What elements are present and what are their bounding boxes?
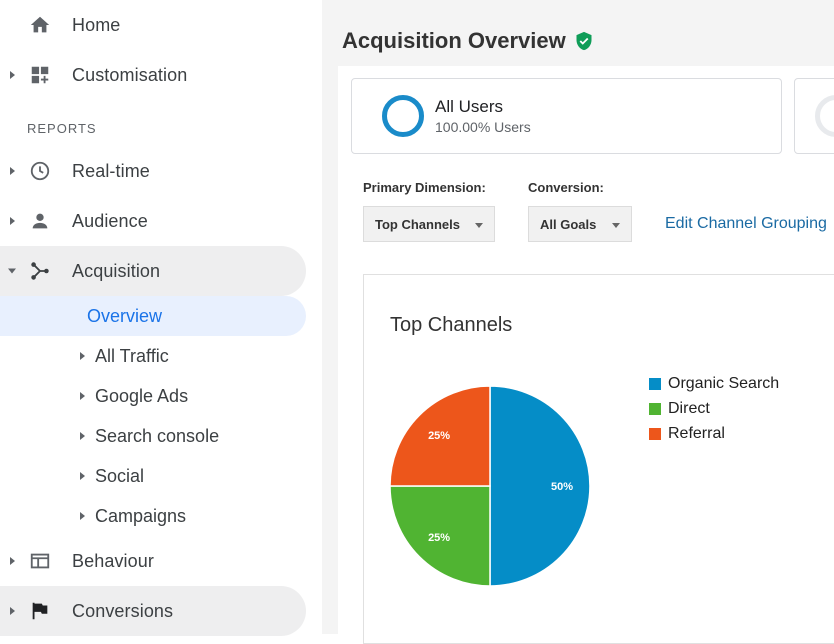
nav-home-label: Home	[72, 14, 121, 35]
nav-search-console-label: Search console	[95, 425, 220, 446]
nav-all-traffic[interactable]: All Traffic	[0, 336, 306, 376]
nav-home[interactable]: Home	[0, 0, 306, 50]
segment-ring-empty-icon	[815, 95, 834, 137]
segment-percentage: 100.00% Users	[435, 119, 531, 135]
chevron-down-icon	[612, 223, 620, 228]
page-title-text: Acquisition Overview	[342, 28, 566, 53]
nav-conversions[interactable]: Conversions	[0, 586, 306, 636]
nav-customisation-label: Customisation	[72, 64, 188, 85]
legend-item-referral[interactable]: Referral	[649, 421, 779, 446]
legend-swatch	[649, 377, 661, 390]
segment-ring-icon	[382, 95, 424, 137]
legend-label: Referral	[668, 424, 725, 442]
nav-behaviour-label: Behaviour	[72, 550, 154, 571]
nav-realtime[interactable]: Real-time	[0, 146, 306, 196]
nav-social[interactable]: Social	[0, 456, 306, 496]
acquisition-icon	[28, 259, 52, 283]
pie-slice-organic-search[interactable]	[489, 385, 591, 587]
expand-caret-icon[interactable]	[80, 512, 85, 520]
sidebar: Home Customisation REPORTS Real-time Aud…	[0, 0, 322, 636]
primary-dimension-label: Primary Dimension:	[363, 180, 486, 195]
expand-caret-icon[interactable]	[80, 352, 85, 360]
nav-campaigns-label: Campaigns	[95, 505, 187, 526]
nav-google-ads-label: Google Ads	[95, 385, 189, 406]
collapse-caret-icon[interactable]	[8, 268, 16, 274]
nav-acquisition-overview[interactable]: Overview	[0, 296, 306, 336]
expand-caret-icon[interactable]	[80, 472, 85, 480]
nav-all-traffic-label: All Traffic	[95, 345, 169, 366]
legend-label: Organic Search	[668, 374, 780, 392]
primary-dimension-value: Top Channels	[375, 216, 460, 232]
nav-campaigns[interactable]: Campaigns	[0, 496, 306, 536]
nav-acquisition-label: Acquisition	[72, 260, 161, 281]
nav-audience-label: Audience	[72, 210, 148, 231]
legend-item-organic-search[interactable]: Organic Search	[649, 371, 779, 396]
main-content: Acquisition Overview All Users 100.00% U…	[322, 0, 834, 644]
expand-caret-icon[interactable]	[10, 557, 15, 565]
clock-icon	[28, 159, 52, 183]
nav-behaviour[interactable]: Behaviour	[0, 536, 306, 586]
flag-icon	[28, 599, 52, 623]
pie-slice-label: 50%	[551, 481, 573, 493]
legend-swatch	[649, 402, 661, 415]
reports-heading: REPORTS	[27, 121, 97, 136]
conversion-label: Conversion:	[528, 180, 604, 195]
segment-name: All Users	[435, 97, 504, 116]
conversion-value: All Goals	[540, 216, 597, 232]
pie-slice-label: 25%	[428, 430, 450, 442]
segment-card-all-users[interactable]: All Users 100.00% Users	[351, 78, 782, 154]
nav-google-ads[interactable]: Google Ads	[0, 376, 306, 416]
pie-slice-label: 25%	[428, 532, 450, 544]
dashboard-add-icon	[28, 63, 52, 87]
nav-social-label: Social	[95, 465, 145, 486]
pie-chart: 50% 25% 25%	[389, 385, 591, 587]
legend-swatch	[649, 427, 661, 440]
chart-legend: Organic Search Direct Referral	[649, 371, 779, 446]
expand-caret-icon[interactable]	[10, 71, 15, 79]
edit-channel-grouping-link[interactable]: Edit Channel Grouping	[665, 215, 827, 233]
window-icon	[28, 549, 52, 573]
home-icon	[28, 13, 52, 37]
conversion-select[interactable]: All Goals	[528, 206, 632, 242]
legend-item-direct[interactable]: Direct	[649, 396, 779, 421]
verified-shield-icon	[574, 30, 594, 52]
person-icon	[28, 209, 52, 233]
nav-search-console[interactable]: Search console	[0, 416, 306, 456]
nav-acquisition[interactable]: Acquisition	[0, 246, 306, 296]
nav-customisation[interactable]: Customisation	[0, 50, 306, 100]
nav-audience[interactable]: Audience	[0, 196, 306, 246]
nav-realtime-label: Real-time	[72, 160, 150, 181]
primary-dimension-select[interactable]: Top Channels	[363, 206, 495, 242]
expand-caret-icon[interactable]	[10, 167, 15, 175]
segment-card-add[interactable]	[794, 78, 834, 154]
page-title: Acquisition Overview	[342, 28, 594, 54]
chevron-down-icon	[475, 223, 483, 228]
nav-conversions-label: Conversions	[72, 600, 174, 621]
expand-caret-icon[interactable]	[10, 217, 15, 225]
expand-caret-icon[interactable]	[10, 607, 15, 615]
expand-caret-icon[interactable]	[80, 392, 85, 400]
legend-label: Direct	[668, 399, 710, 417]
nav-overview-label: Overview	[87, 305, 163, 326]
top-channels-chart-card: Top Channels 50% 25% 25% Organic Search Di…	[363, 274, 834, 644]
expand-caret-icon[interactable]	[80, 432, 85, 440]
